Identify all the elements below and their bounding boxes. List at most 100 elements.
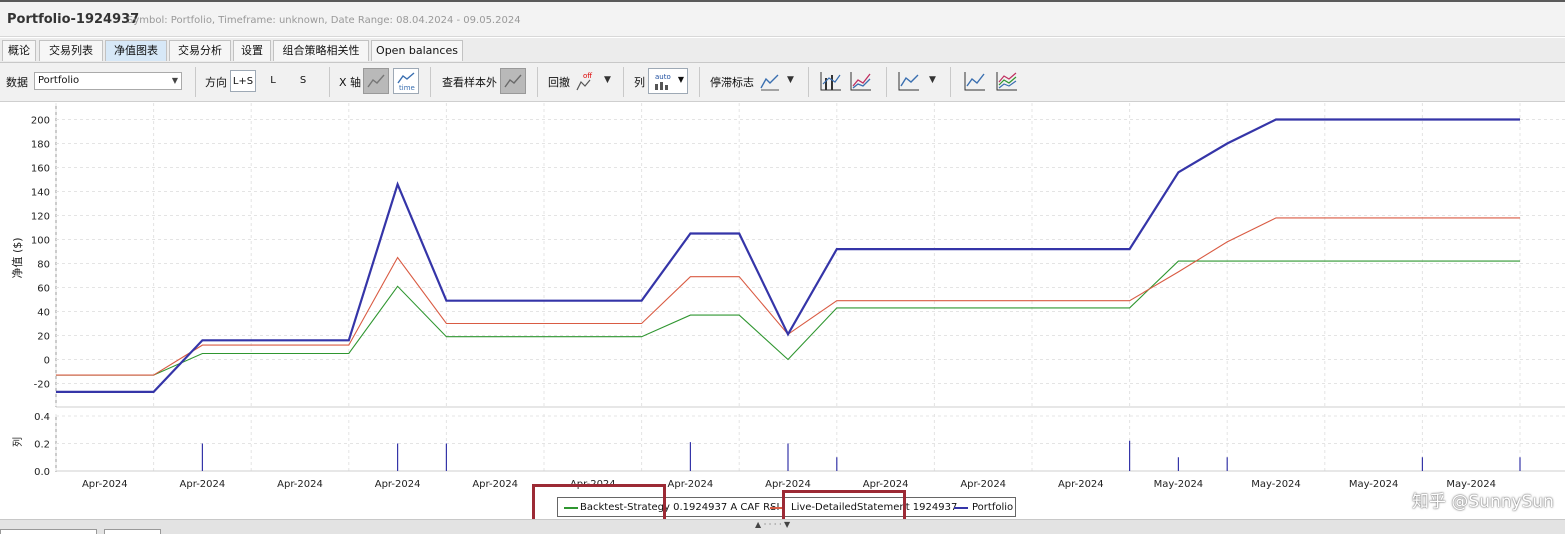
y-tick-label: 60 — [37, 284, 50, 295]
x-tick-label: Apr-2024 — [472, 479, 518, 490]
y-tick-label: 200 — [31, 116, 50, 127]
series-line-backtest — [56, 260, 1520, 376]
xaxis-time-button[interactable]: time — [393, 68, 419, 94]
multi-line-chart-icon — [850, 72, 871, 91]
legend-swatch-portfolio — [954, 507, 968, 509]
toolbar-divider — [537, 67, 538, 97]
data-label: 数据 — [6, 76, 28, 89]
data-select[interactable]: Portfolio ▼ — [34, 72, 182, 90]
series-line-portfolio — [56, 118, 1520, 393]
chart-multi-series-button[interactable] — [994, 68, 1020, 94]
tab-trade-analysis[interactable]: 交易分析 — [169, 40, 231, 61]
y-axis-label: 净值 ($) — [10, 237, 24, 278]
equity-lines — [56, 118, 1520, 393]
line-chart-icon — [367, 74, 385, 88]
sub-y-axis-label: 列 — [11, 437, 24, 447]
xaxis-trades-button[interactable] — [363, 68, 389, 94]
sub-y-tick-label: 0.2 — [34, 440, 50, 451]
tab-settings[interactable]: 设置 — [233, 40, 271, 61]
y-tick-label: 40 — [37, 308, 50, 319]
time-chart-icon: time — [397, 72, 415, 91]
sub-y-tick-labels: 0.0 0.2 0.4 — [34, 412, 50, 478]
toolbar-divider — [329, 67, 330, 97]
x-tick-label: May-2024 — [1251, 479, 1301, 490]
x-tick-labels: Apr-2024 Apr-2024 Apr-2024 Apr-2024 Apr-2024… — [82, 479, 1496, 490]
x-tick-label: Apr-2024 — [960, 479, 1006, 490]
legend-item-portfolio[interactable]: Portfolio — [972, 502, 1013, 513]
direction-label: 方向 — [205, 76, 227, 89]
x-tick-label: Apr-2024 — [1058, 479, 1104, 490]
y-tick-label: 180 — [31, 140, 50, 151]
window-subtitle: Symbol: Portfolio, Timeframe: unknown, D… — [127, 15, 521, 26]
direction-long-button[interactable]: L — [262, 70, 284, 92]
sub-y-tick-label: 0.0 — [34, 467, 50, 478]
y-tick-label: 140 — [31, 188, 50, 199]
tab-bar: 概论 交易列表 净值图表 交易分析 设置 组合策略相关性 Open balanc… — [0, 38, 1565, 63]
y-tick-label: 80 — [37, 260, 50, 271]
x-tick-label: Apr-2024 — [82, 479, 128, 490]
drawdown-label: 回撤 — [548, 76, 570, 89]
x-tick-label: Apr-2024 — [375, 479, 421, 490]
xaxis-time-text: time — [399, 84, 415, 91]
window-title: Portfolio-1924937 — [7, 12, 140, 27]
x-tick-label: May-2024 — [1154, 479, 1204, 490]
toolbar-divider — [808, 67, 809, 97]
drawdown-button[interactable]: off — [574, 68, 600, 94]
chevron-down-icon[interactable]: ▼ — [929, 75, 936, 85]
stagnation-label: 停滞标志 — [710, 76, 754, 89]
x-tick-label: Apr-2024 — [180, 479, 226, 490]
column-auto-text: auto — [655, 73, 671, 81]
title-bar: Portfolio-1924937 Symbol: Portfolio, Tim… — [0, 2, 1565, 37]
direction-short-button[interactable]: S — [292, 70, 314, 92]
watermark: 知乎 @SunnySun — [1412, 492, 1554, 512]
line-chart-icon — [898, 72, 919, 91]
bottom-tab[interactable] — [0, 529, 97, 534]
x-tick-label: Apr-2024 — [668, 479, 714, 490]
chevron-down-icon[interactable]: ▼ — [604, 75, 611, 85]
chart-overlay-button[interactable] — [962, 68, 988, 94]
stagnation-button[interactable] — [757, 68, 783, 94]
chevron-down-icon[interactable]: ▼ — [787, 75, 794, 85]
line-chart-icon — [504, 74, 522, 88]
y-tick-label: 120 — [31, 212, 50, 223]
chart-compare-button[interactable] — [848, 68, 874, 94]
equity-chart-area: -20 0 20 40 60 80 100 120 140 160 180 200 净值 ($) 0.… — [0, 101, 1565, 519]
tab-trade-list[interactable]: 交易列表 — [39, 40, 103, 61]
series-line-live — [56, 217, 1520, 376]
y-tick-label: 100 — [31, 236, 50, 247]
xaxis-label: X 轴 — [339, 76, 362, 89]
multi-line-chart-icon — [996, 72, 1017, 91]
direction-ls-button[interactable]: L+S — [230, 70, 256, 92]
chart-style-button[interactable] — [896, 68, 922, 94]
y-tick-label: 20 — [37, 332, 50, 343]
tab-portfolio-correlation[interactable]: 组合策略相关性 — [273, 40, 369, 61]
collapse-arrows-icon[interactable]: ▲ · · · · ▼ — [755, 520, 790, 529]
column-bars — [201, 440, 1521, 471]
sub-grid — [55, 414, 1565, 472]
tab-open-balances[interactable]: Open balances — [371, 40, 463, 61]
bottom-tab[interactable] — [104, 529, 161, 534]
main-grid — [55, 103, 1565, 408]
tab-equity-chart[interactable]: 净值图表 — [105, 40, 167, 61]
toolbar-divider — [195, 67, 196, 97]
sub-y-tick-label: 0.4 — [34, 412, 50, 423]
x-tick-label: Apr-2024 — [863, 479, 909, 490]
toolbar: 数据 Portfolio ▼ 方向 L+S L S X 轴 time 查看样本外… — [0, 63, 1565, 102]
column-auto-button[interactable]: auto ▼ — [648, 68, 688, 94]
oos-label: 查看样本外 — [442, 76, 497, 89]
y-tick-label: 160 — [31, 164, 50, 175]
oos-toggle-button[interactable] — [500, 68, 526, 94]
chart-type-button[interactable] — [818, 68, 844, 94]
y-tick-label: 0 — [44, 356, 50, 367]
chevron-down-icon: ▼ — [677, 75, 684, 84]
column-label: 列 — [634, 76, 645, 89]
bar-line-chart-icon — [820, 72, 841, 91]
toolbar-divider — [886, 67, 887, 97]
toolbar-divider — [623, 67, 624, 97]
tab-overview[interactable]: 概论 — [2, 40, 36, 61]
stagnation-icon — [760, 74, 779, 91]
status-bar: ▲ · · · · ▼ — [0, 519, 1565, 534]
toolbar-divider — [430, 67, 431, 97]
y-tick-label: -20 — [34, 380, 50, 391]
equity-chart: -20 0 20 40 60 80 100 120 140 160 180 200 净值 ($) 0.… — [10, 103, 1565, 490]
